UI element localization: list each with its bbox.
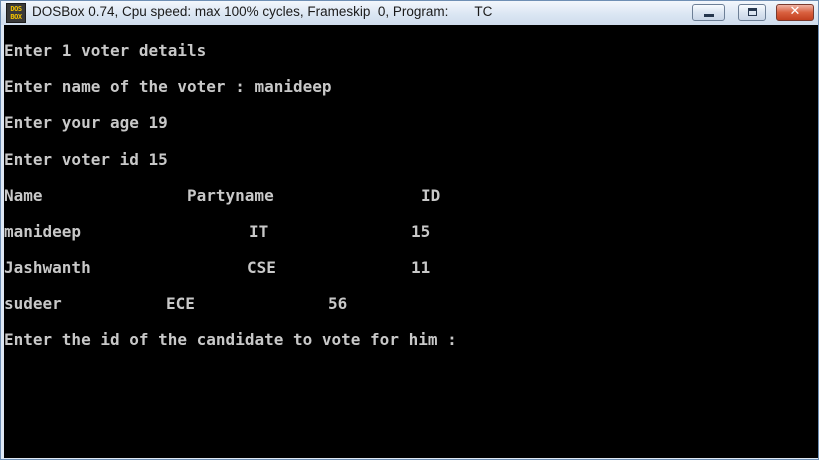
- table-cell-name: sudeer: [4, 294, 62, 313]
- minimize-icon: [704, 14, 714, 17]
- table-cell-id: 11: [411, 258, 431, 277]
- dosbox-app-icon[interactable]: DOS BOX: [6, 3, 26, 23]
- table-cell-partyname: CSE: [247, 258, 276, 277]
- dosbox-window: DOS BOX DOSBox 0.74, Cpu speed: max 100% …: [0, 0, 819, 460]
- console-line-voter-name: Enter name of the voter : manideep: [4, 77, 332, 96]
- console-line-voter-id: Enter voter id 15: [4, 150, 168, 169]
- title-bar[interactable]: DOS BOX DOSBox 0.74, Cpu speed: max 100% …: [1, 1, 818, 25]
- table-cell-id: 15: [411, 222, 431, 241]
- maximize-button[interactable]: [738, 4, 766, 21]
- minimize-button[interactable]: [692, 4, 725, 21]
- table-cell-name: Jashwanth: [4, 258, 91, 277]
- close-button[interactable]: ✕: [776, 4, 814, 21]
- console-line-age: Enter your age 19: [4, 113, 168, 132]
- table-cell-partyname: IT: [249, 222, 269, 241]
- table-cell-id: 56: [328, 294, 348, 313]
- dos-console[interactable]: Enter 1 voter details Enter name of the …: [4, 25, 818, 458]
- close-icon: ✕: [789, 4, 801, 19]
- console-line-voter-details: Enter 1 voter details: [4, 41, 207, 60]
- table-header-partyname: Partyname: [187, 186, 274, 205]
- console-prompt: Enter the id of the candidate to vote fo…: [4, 330, 457, 349]
- table-header-name: Name: [4, 186, 43, 205]
- table-cell-partyname: ECE: [166, 294, 195, 313]
- table-cell-name: manideep: [4, 222, 82, 241]
- maximize-icon: [748, 8, 757, 16]
- table-header-id: ID: [421, 186, 441, 205]
- window-title: DOSBox 0.74, Cpu speed: max 100% cycles,…: [32, 4, 493, 19]
